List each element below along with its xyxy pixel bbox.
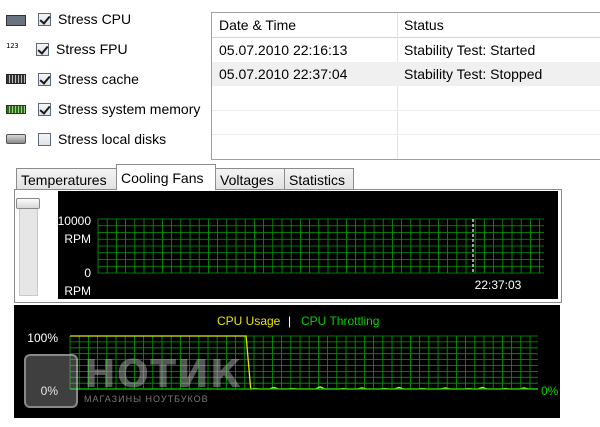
disk-icon <box>6 134 26 144</box>
cpu-usage-chart: CPU Usage | CPU Throttling 100% 0% 0% <box>14 305 560 418</box>
fan-y-min-unit: RPM <box>64 284 91 298</box>
zoom-slider-track[interactable] <box>19 198 38 296</box>
stress-disks-label: Stress local disks <box>58 131 167 147</box>
row-divider <box>212 134 600 135</box>
fan-y-min-label: 0 <box>84 266 91 280</box>
throttling-value-label: 0% <box>541 384 559 398</box>
fan-chart-grid <box>97 218 544 274</box>
stress-fpu-checkbox[interactable] <box>36 42 49 56</box>
cpu-chart-grid <box>69 335 538 389</box>
tab-cooling-fans[interactable]: Cooling Fans <box>116 164 216 190</box>
row-datetime: 05.07.2010 22:16:13 <box>219 42 348 58</box>
fan-y-max-unit: RPM <box>64 232 91 246</box>
fpu-icon: 123 <box>6 42 19 50</box>
cache-icon <box>6 74 26 84</box>
event-log-table[interactable]: Date & Time Status 05.07.2010 22:16:13 S… <box>211 12 600 160</box>
cpu-icon <box>6 15 26 26</box>
cpu-usage-series <box>70 335 538 390</box>
cpu-y-top-label: 100% <box>27 331 58 345</box>
table-row[interactable]: 05.07.2010 22:16:13 Stability Test: Star… <box>212 38 600 62</box>
stress-disks-option[interactable]: Stress local disks <box>6 128 166 150</box>
stress-fpu-label: Stress FPU <box>56 41 128 57</box>
row-status: Stability Test: Started <box>404 42 536 58</box>
fan-time-label: 22:37:03 <box>475 278 522 292</box>
cpu-y-bottom-label: 0% <box>41 384 59 398</box>
stress-memory-checkbox[interactable] <box>38 102 51 116</box>
stress-disks-checkbox[interactable] <box>38 132 51 146</box>
stress-cpu-checkbox[interactable] <box>38 12 51 26</box>
legend-separator: | <box>288 314 291 328</box>
row-datetime: 05.07.2010 22:37:04 <box>219 66 348 82</box>
status-column-header[interactable]: Status <box>404 17 444 33</box>
stress-memory-label: Stress system memory <box>58 101 201 117</box>
tab-temperatures[interactable]: Temperatures <box>16 168 117 190</box>
tab-voltages[interactable]: Voltages <box>215 168 285 190</box>
stress-cache-label: Stress cache <box>58 71 139 87</box>
table-row[interactable]: 05.07.2010 22:37:04 Stability Test: Stop… <box>212 62 600 86</box>
stress-fpu-option[interactable]: 123 Stress FPU <box>6 38 128 60</box>
table-header: Date & Time Status <box>212 13 600 38</box>
fan-speed-chart: 10000 RPM 0 RPM 22:37:03 <box>58 191 558 299</box>
legend-cpu-usage: CPU Usage <box>217 314 281 328</box>
stress-memory-option[interactable]: Stress system memory <box>6 98 200 120</box>
column-divider <box>397 13 398 159</box>
fan-y-max-label: 10000 <box>58 214 91 228</box>
datetime-column-header[interactable]: Date & Time <box>219 17 296 33</box>
row-status: Stability Test: Stopped <box>404 66 543 82</box>
zoom-slider-thumb[interactable] <box>16 198 40 209</box>
memory-icon <box>6 104 26 114</box>
tab-statistics[interactable]: Statistics <box>284 168 354 190</box>
legend-cpu-throttling: CPU Throttling <box>301 314 379 328</box>
stress-cache-option[interactable]: Stress cache <box>6 68 139 90</box>
stress-cpu-label: Stress CPU <box>58 11 132 27</box>
stress-cpu-option[interactable]: Stress CPU <box>6 8 131 30</box>
stress-cache-checkbox[interactable] <box>38 72 51 86</box>
row-divider <box>212 110 600 111</box>
